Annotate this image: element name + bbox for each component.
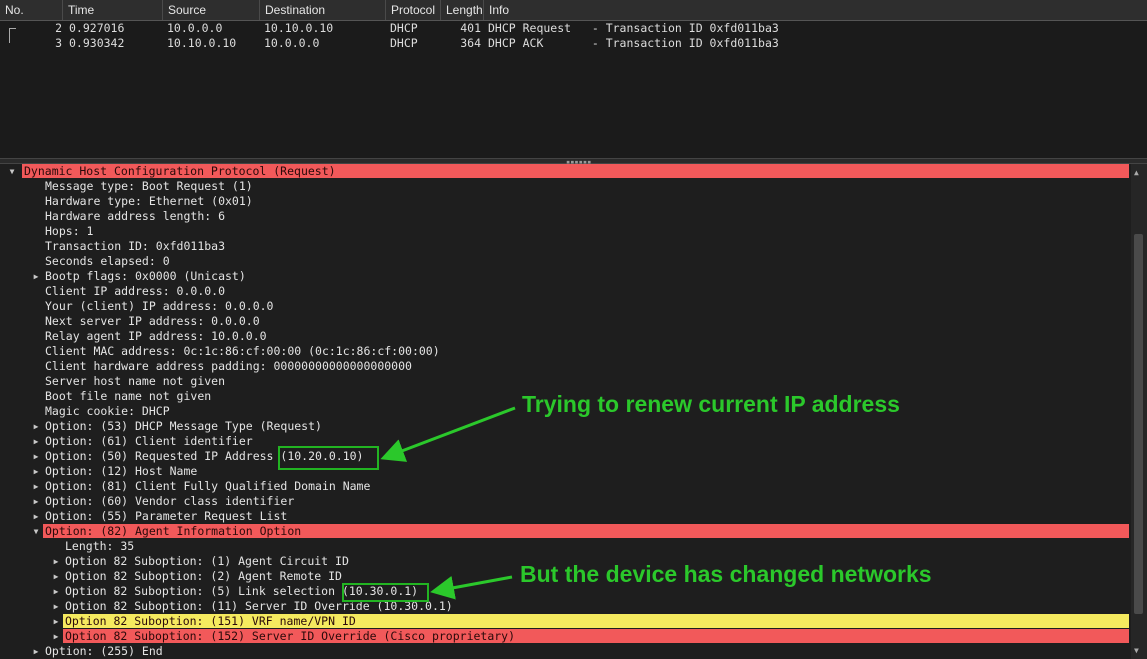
annotation-changed-text: But the device has changed networks (520, 561, 932, 587)
arrow-to-link-selection (430, 575, 513, 600)
arrow-to-requested-ip (380, 406, 516, 462)
annotation-renew-text: Trying to renew current IP address (522, 391, 900, 417)
